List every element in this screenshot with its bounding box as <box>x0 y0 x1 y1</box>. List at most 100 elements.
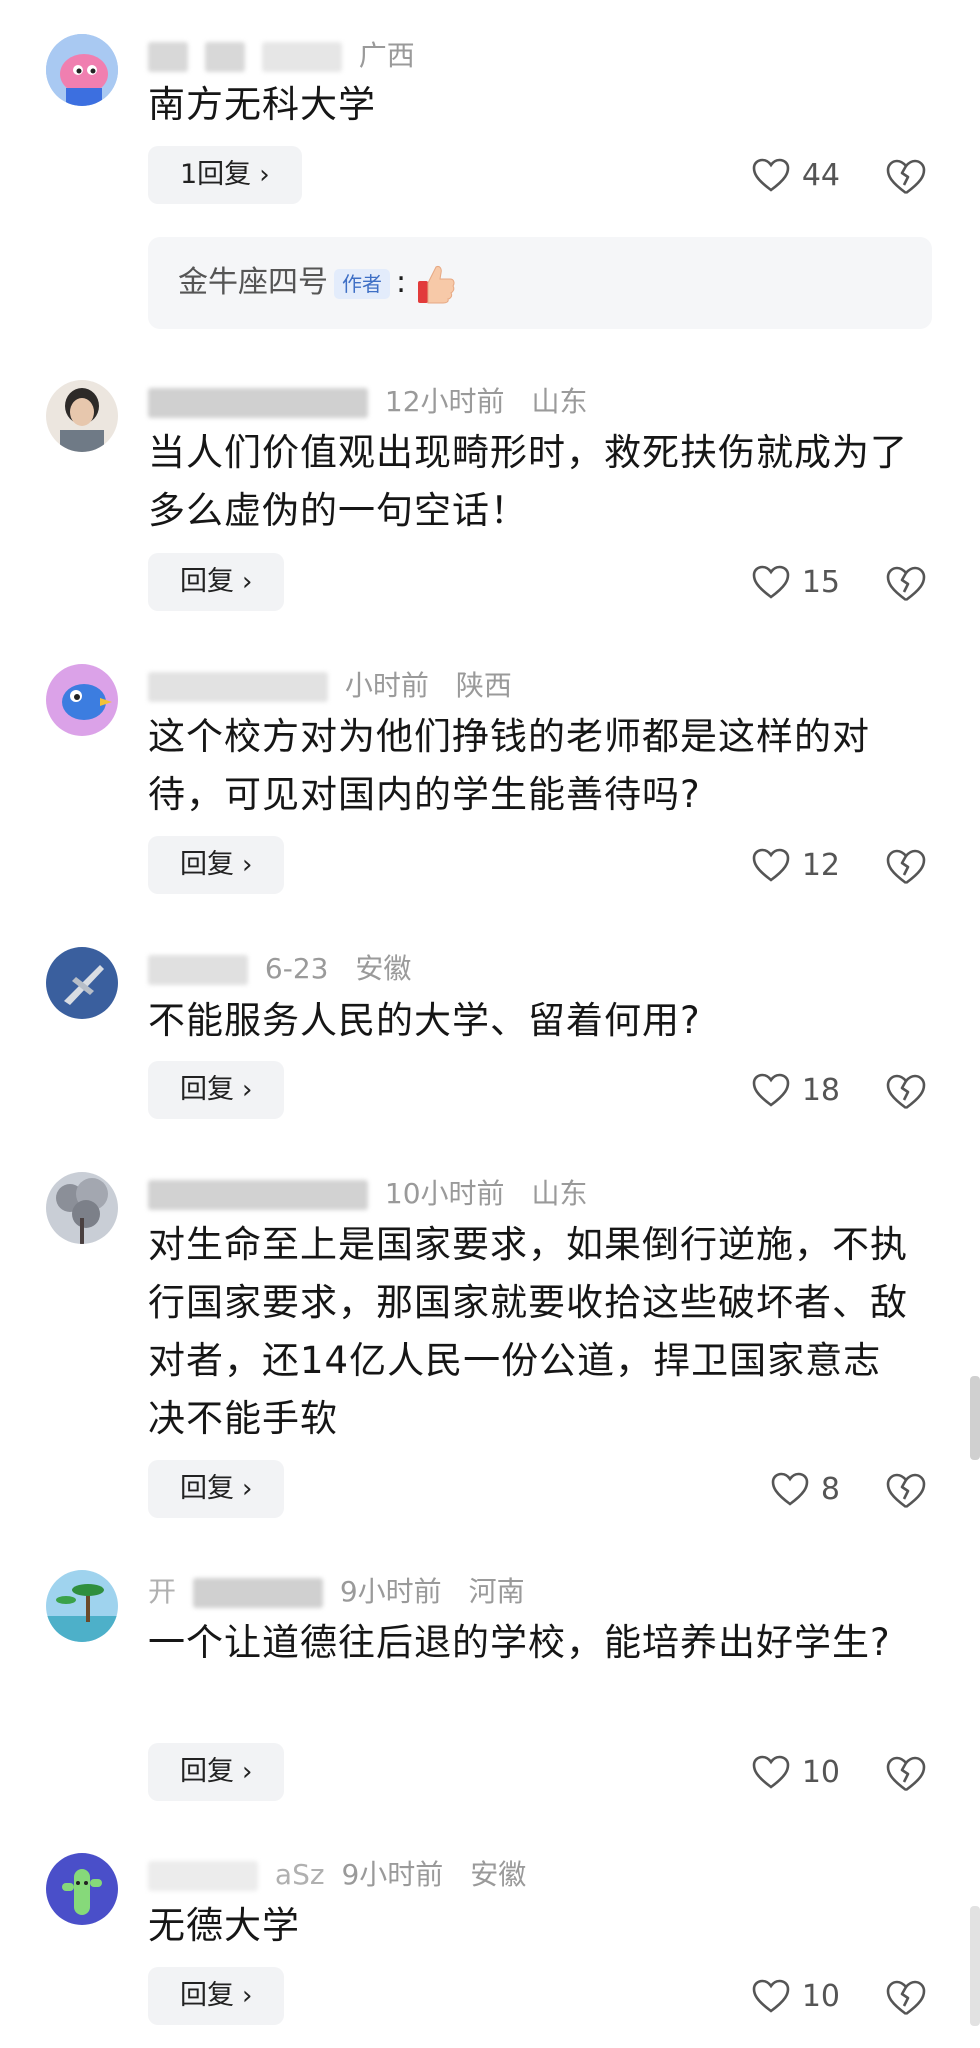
heart-outline-icon <box>752 1979 790 2013</box>
person-photo-avatar-icon <box>46 380 118 452</box>
like-count: 44 <box>801 157 840 193</box>
author-reply-preview[interactable]: 金牛座四号 作者: <box>148 237 932 329</box>
broken-heart-icon[interactable] <box>886 847 926 887</box>
reply-button[interactable]: 回复 › <box>148 1061 285 1119</box>
avatar[interactable] <box>46 1570 118 1642</box>
heart-outline-icon <box>752 848 790 882</box>
reply-button[interactable]: 回复 › <box>148 1743 285 1801</box>
chevron-right-icon: › <box>242 567 253 597</box>
comment-text: 南方无科大学 <box>148 83 376 126</box>
avatar[interactable] <box>46 1853 118 1925</box>
comment-meta: 开 9小时前 河南 <box>148 1570 525 1610</box>
blurred-username <box>148 672 328 702</box>
author-name[interactable]: 金牛座四号 <box>178 265 328 300</box>
beach-palm-avatar-icon <box>46 1570 118 1642</box>
chevron-right-icon: › <box>242 1981 253 2011</box>
avatar[interactable] <box>46 947 118 1019</box>
comment-time: 6-23 <box>264 952 329 985</box>
like-button[interactable]: 10 <box>752 1967 840 2025</box>
reply-label: 回复 <box>180 1074 234 1105</box>
broken-heart-icon[interactable] <box>886 157 926 197</box>
reply-button[interactable]: 回复 › <box>148 1967 285 2025</box>
comment-time: 小时前 <box>344 669 429 702</box>
comment-time: 12小时前 <box>384 385 505 418</box>
reply-button[interactable]: 回复 › <box>148 553 285 611</box>
blurred-username <box>148 1861 258 1891</box>
cartoon-bird-avatar-icon <box>46 664 118 736</box>
heart-outline-icon <box>752 1073 790 1107</box>
thumbs-up-icon <box>417 265 455 303</box>
like-button[interactable]: 44 <box>752 146 840 204</box>
like-button[interactable]: 15 <box>752 553 840 611</box>
author-badge: 作者 <box>334 268 390 299</box>
comment-text: 不能服务人民的大学、留着何用? <box>148 999 701 1042</box>
comment-meta: aSz 9小时前 安徽 <box>148 1853 526 1893</box>
avatar[interactable] <box>46 34 118 106</box>
comment-text: 一个让道德往后退的学校，能培养出好学生? <box>148 1621 891 1664</box>
comment-location: 安徽 <box>470 1858 527 1891</box>
broken-heart-icon[interactable] <box>886 1072 926 1112</box>
chevron-right-icon: › <box>242 850 253 880</box>
chevron-right-icon: › <box>242 1474 253 1504</box>
comment-time: 10小时前 <box>384 1177 505 1210</box>
comment-username[interactable]: aSz <box>275 1858 325 1891</box>
jet-fighter-avatar-icon <box>46 947 118 1019</box>
comment-username[interactable]: 开 <box>148 1575 176 1608</box>
reply-label: 回复 <box>180 1473 234 1504</box>
avatar[interactable] <box>46 664 118 736</box>
broken-heart-icon[interactable] <box>886 1978 926 2018</box>
reply-label: 回复 <box>180 1756 234 1787</box>
like-button[interactable]: 8 <box>771 1460 840 1518</box>
reply-button[interactable]: 1回复 › <box>148 146 302 204</box>
like-count: 12 <box>801 847 840 883</box>
broken-heart-icon[interactable] <box>886 564 926 604</box>
avatar[interactable] <box>46 1172 118 1244</box>
comment-meta: 6-23 安徽 <box>148 947 411 987</box>
scrollbar-track[interactable] <box>970 1906 980 2026</box>
reply-label: 回复 <box>180 849 234 880</box>
heart-outline-icon <box>752 158 790 192</box>
reply-label: 1回复 <box>180 159 252 190</box>
reply-button[interactable]: 回复 › <box>148 836 285 894</box>
comment-location: 山东 <box>531 1177 588 1210</box>
comment-text: 当人们价值观出现畸形时，救死扶伤就成为了多么虚伪的一句空话！ <box>148 431 908 532</box>
blurred-username <box>148 955 248 985</box>
like-button[interactable]: 10 <box>752 1743 840 1801</box>
comment-meta: 10小时前 山东 <box>148 1172 587 1212</box>
comment-time: 9小时前 <box>339 1575 442 1608</box>
blurred-username <box>148 1180 368 1210</box>
reply-button[interactable]: 回复 › <box>148 1460 285 1518</box>
colon: : <box>396 265 407 300</box>
scrollbar-thumb[interactable] <box>970 1376 980 1460</box>
comment-text: 无德大学 <box>148 1904 300 1947</box>
comment-time: 9小时前 <box>341 1858 444 1891</box>
heart-outline-icon <box>771 1472 809 1506</box>
chevron-right-icon: › <box>242 1075 253 1105</box>
comment-location: 陕西 <box>455 669 512 702</box>
comment-text: 对生命至上是国家要求，如果倒行逆施，不执行国家要求，那国家就要收拾这些破坏者、敌… <box>148 1223 908 1440</box>
comment-meta: 广西 <box>148 34 415 74</box>
chevron-right-icon: › <box>259 160 270 190</box>
like-count: 10 <box>801 1754 840 1790</box>
like-button[interactable]: 18 <box>752 1061 840 1119</box>
comment-location: 河南 <box>468 1575 525 1608</box>
broken-heart-icon[interactable] <box>886 1471 926 1511</box>
reply-label: 回复 <box>180 566 234 597</box>
blurred-username <box>148 388 368 418</box>
chevron-right-icon: › <box>242 1757 253 1787</box>
blurred-username <box>148 42 188 72</box>
like-count: 15 <box>801 564 840 600</box>
reply-label: 回复 <box>180 1980 234 2011</box>
like-count: 18 <box>801 1072 840 1108</box>
comment-meta: 12小时前 山东 <box>148 380 587 420</box>
comment-text: 这个校方对为他们挣钱的老师都是这样的对待，可见对国内的学生能善待吗? <box>148 715 870 816</box>
comment-location: 山东 <box>531 385 588 418</box>
avatar[interactable] <box>46 380 118 452</box>
like-button[interactable]: 12 <box>752 836 840 894</box>
broken-heart-icon[interactable] <box>886 1754 926 1794</box>
tree-photo-avatar-icon <box>46 1172 118 1244</box>
heart-outline-icon <box>752 1755 790 1789</box>
cactus-avatar-icon <box>46 1853 118 1925</box>
comment-meta: 小时前 陕西 <box>148 664 512 704</box>
comment-location: 安徽 <box>355 952 412 985</box>
